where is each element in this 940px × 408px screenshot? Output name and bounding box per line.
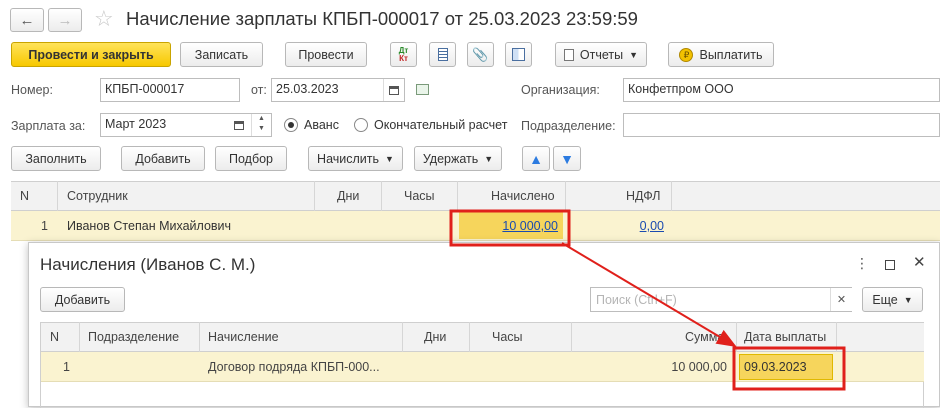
- popup-header-accrual[interactable]: Начисление: [208, 330, 279, 344]
- salary-for-label: Зарплата за:: [11, 119, 86, 133]
- table-row[interactable]: 1 Иванов Степан Михайлович 10 000,00 0,0…: [11, 211, 940, 241]
- accrual-cell: Договор подряда КПБП-000...: [208, 360, 380, 374]
- hierarchy-icon: [512, 48, 525, 61]
- fill-button[interactable]: Заполнить: [11, 146, 101, 171]
- accrued-amount-link[interactable]: 10 000,00: [496, 219, 558, 233]
- advance-label: Аванс: [304, 118, 339, 132]
- sum-cell: 10 000,00: [671, 360, 727, 374]
- more-options-icon[interactable]: ⋮: [855, 255, 869, 272]
- popup-header-hours[interactable]: Часы: [492, 330, 523, 344]
- number-field[interactable]: КПБП-000017: [100, 78, 240, 102]
- pay-button[interactable]: ₽ Выплатить: [668, 42, 774, 67]
- popup-header-sum[interactable]: Сумма: [685, 330, 724, 344]
- popup-add-button[interactable]: Добавить: [40, 287, 125, 312]
- add-button[interactable]: Добавить: [121, 146, 205, 171]
- accruals-table: N Подразделение Начисление Дни Часы Сумм…: [40, 322, 924, 408]
- popup-header-n[interactable]: N: [50, 330, 59, 344]
- move-down-button[interactable]: ▼: [553, 146, 581, 171]
- pay-date-cell[interactable]: 09.03.2023: [744, 360, 807, 374]
- structure-button[interactable]: [429, 42, 456, 67]
- clear-search-button[interactable]: ✕: [830, 288, 852, 311]
- withhold-dropdown[interactable]: Удержать ▼: [414, 146, 502, 171]
- final-settlement-radio[interactable]: [354, 118, 368, 132]
- calendar-icon: [234, 120, 244, 130]
- clear-icon: ✕: [836, 294, 847, 306]
- move-up-button[interactable]: ▲: [522, 146, 550, 171]
- division-field[interactable]: [623, 113, 940, 137]
- arrow-left-icon: ←: [19, 11, 35, 29]
- organization-field[interactable]: Конфетпром ООО: [623, 78, 940, 102]
- header-hours[interactable]: Часы: [404, 189, 435, 203]
- organization-label: Организация:: [521, 83, 600, 97]
- forward-button[interactable]: →: [48, 8, 82, 32]
- popup-title: Начисления (Иванов С. М.): [40, 255, 256, 274]
- employees-table: N Сотрудник Дни Часы Начислено НДФЛ 1 Ив…: [11, 181, 940, 241]
- advance-radio[interactable]: [284, 118, 298, 132]
- reports-dropdown[interactable]: Отчеты ▼: [555, 42, 647, 67]
- attach-button[interactable]: 📎: [467, 42, 494, 67]
- header-accrued[interactable]: Начислено: [491, 189, 555, 203]
- date-label: от:: [251, 83, 267, 97]
- accrue-dropdown[interactable]: Начислить ▼: [308, 146, 403, 171]
- window-title: Начисление зарплаты КПБП-000017 от 25.03…: [126, 8, 638, 29]
- chevron-down-icon: ▼: [484, 153, 494, 164]
- employee-name: Иванов Степан Михайлович: [67, 219, 232, 233]
- popup-header-days[interactable]: Дни: [424, 330, 446, 344]
- header-ndfl[interactable]: НДФЛ: [626, 189, 661, 203]
- table-header: [11, 181, 940, 211]
- header-n[interactable]: N: [20, 189, 29, 203]
- calendar-icon: [389, 85, 399, 95]
- select-button[interactable]: Подбор: [215, 146, 287, 171]
- chevron-down-icon: ▼: [385, 153, 394, 164]
- posted-status-icon: [416, 84, 429, 95]
- report-icon: [563, 48, 574, 61]
- ndfl-amount-link[interactable]: 0,00: [633, 219, 664, 233]
- popup-header-division[interactable]: Подразделение: [88, 330, 179, 344]
- search-placeholder: Поиск (Ctrl+F): [596, 293, 677, 307]
- chevron-down-icon: ▼: [903, 294, 913, 305]
- arrow-down-icon: ▼: [560, 150, 574, 167]
- dt-kt-icon: Дт Кт: [398, 45, 409, 63]
- header-days[interactable]: Дни: [337, 189, 359, 203]
- header-employee[interactable]: Сотрудник: [67, 189, 128, 203]
- star-icon[interactable]: ☆: [94, 6, 114, 32]
- chevron-up-icon: ▲: [258, 115, 265, 122]
- document-list-icon: [437, 48, 448, 61]
- related-docs-button[interactable]: [505, 42, 532, 67]
- final-settlement-label: Окончательный расчет: [374, 118, 508, 132]
- coin-icon: ₽: [679, 47, 694, 62]
- table-row[interactable]: 1 Договор подряда КПБП-000... 10 000,00 …: [41, 352, 924, 382]
- chevron-down-icon: ▼: [258, 125, 265, 132]
- dt-kt-button[interactable]: Дт Кт: [390, 42, 417, 67]
- paperclip-icon: 📎: [472, 46, 489, 62]
- popup-header-pay-date[interactable]: Дата выплаты: [744, 330, 826, 344]
- arrow-up-icon: ▲: [529, 150, 543, 167]
- division-label: Подразделение:: [521, 119, 616, 133]
- back-button[interactable]: ←: [10, 8, 44, 32]
- post-button[interactable]: Провести: [285, 42, 367, 67]
- period-stepper[interactable]: ▲ ▼: [251, 114, 271, 136]
- accruals-popup: Начисления (Иванов С. М.) ⋮ ✕ Добавить П…: [28, 242, 940, 408]
- row-number: 1: [63, 360, 70, 374]
- close-icon[interactable]: ✕: [913, 253, 926, 271]
- save-button[interactable]: Записать: [180, 42, 263, 67]
- row-number: 1: [41, 219, 48, 233]
- arrow-right-icon: →: [57, 11, 73, 29]
- period-calendar-button[interactable]: [229, 114, 249, 136]
- more-dropdown[interactable]: Еще ▼: [862, 287, 923, 312]
- calendar-button[interactable]: [383, 79, 404, 101]
- post-and-close-button[interactable]: Провести и закрыть: [11, 42, 171, 67]
- maximize-icon[interactable]: [885, 260, 895, 270]
- chevron-down-icon: ▼: [629, 49, 639, 60]
- radio-dot-icon: [288, 122, 294, 128]
- number-label: Номер:: [11, 83, 53, 97]
